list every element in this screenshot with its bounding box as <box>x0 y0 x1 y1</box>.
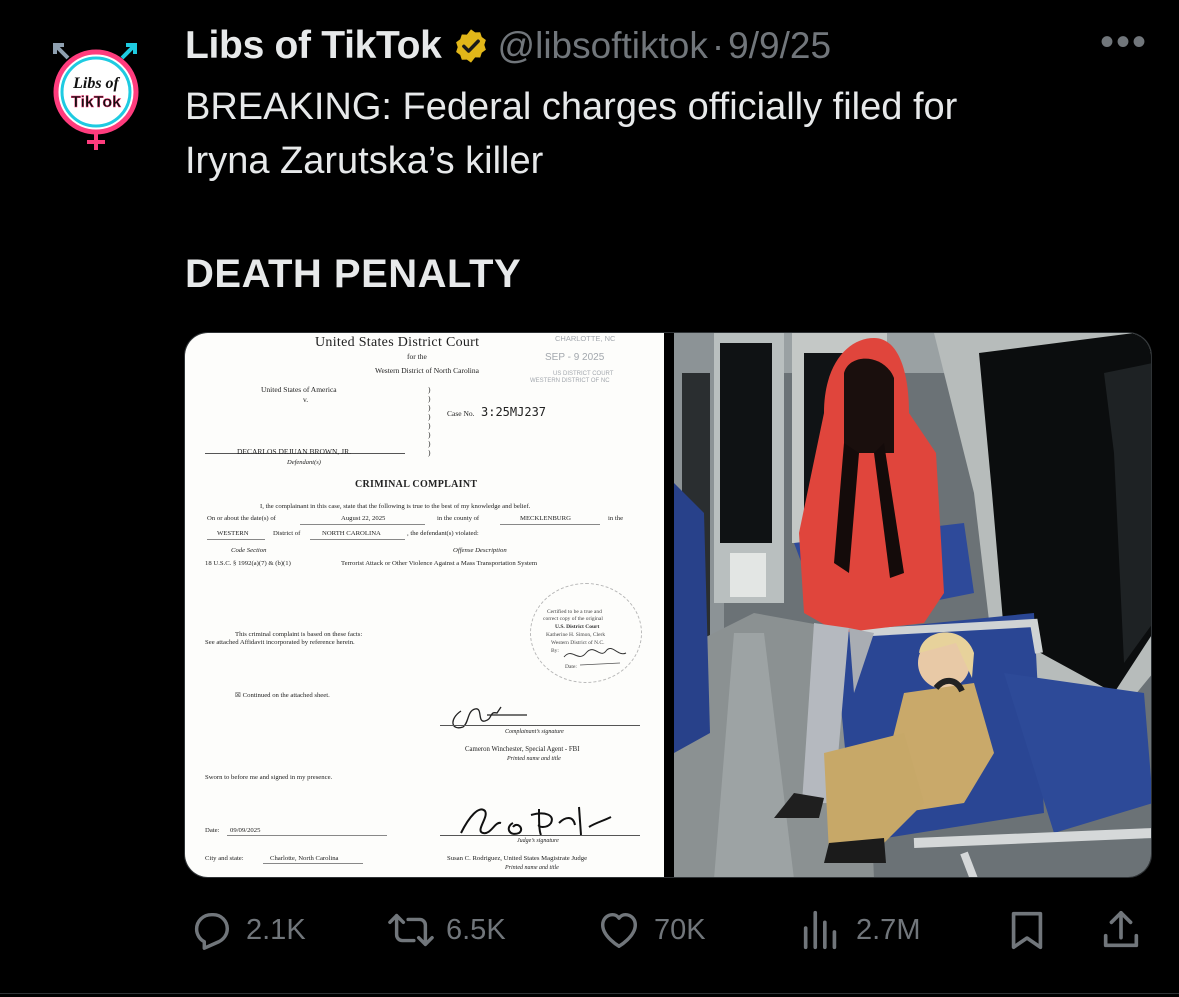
doc-line-date <box>300 524 425 525</box>
header-separator: · <box>711 25 725 66</box>
avatar-text-2: TikTok <box>71 94 121 111</box>
doc-date-value: 09/09/2025 <box>230 827 261 834</box>
views-count: 2.7M <box>856 913 921 946</box>
doc-case-no-label: Case No. <box>447 409 475 418</box>
doc-line-district <box>207 539 265 540</box>
post-text-line-2: Iryna Zarutska’s killer <box>185 140 544 182</box>
doc-printed-name-label: Printed name and title <box>507 756 561 762</box>
doc-judge-printed-label: Printed name and title <box>505 865 559 871</box>
doc-violated: , the defendant(s) violated: <box>407 530 479 537</box>
post-actions: 2.1K 6.5K 70K 2.7M <box>0 895 1179 965</box>
doc-complainant-name: Cameron Winchester, Special Agent - FBI <box>465 746 580 753</box>
train-interior-photo <box>674 333 1151 877</box>
doc-district: Western District of North Carolina <box>375 366 479 375</box>
doc-based-on: This criminal complaint is based on thes… <box>235 631 363 638</box>
doc-date-label: Date: <box>205 827 220 834</box>
doc-v: v. <box>303 395 309 404</box>
doc-date-of: August 22, 2025 <box>341 515 386 522</box>
bookmark-icon <box>1011 911 1043 950</box>
doc-offense: Terrorist Attack or Other Violence Again… <box>341 560 538 567</box>
repost-count: 6.5K <box>446 913 506 946</box>
post-text: BREAKING: Federal charges officially fil… <box>185 80 1145 188</box>
doc-district-of: District of <box>273 530 301 537</box>
views-button[interactable]: 2.7M <box>798 895 920 965</box>
verified-badge-icon[interactable] <box>452 27 490 65</box>
libs-of-tiktok-logo: Libs of TikTok <box>53 43 139 150</box>
doc-judge-name: Susan C. Rodriguez, United States Magist… <box>447 855 588 862</box>
doc-continued: ☒ Continued on the attached sheet. <box>235 692 330 699</box>
doc-for-the: for the <box>407 352 427 361</box>
more-options-icon[interactable]: ••• <box>1100 22 1148 62</box>
judge-signature <box>460 806 612 836</box>
doc-city-label: City and state: <box>205 855 244 862</box>
doc-intro: I, the complainant in this case, state t… <box>260 503 531 510</box>
doc-seal-3: U.S. District Court <box>555 624 600 630</box>
doc-code-section-label: Code Section <box>231 547 267 554</box>
doc-code-section: 18 U.S.C. § 1992(a)(7) & (b)(1) <box>205 560 291 567</box>
doc-offense-label: Offense Description <box>453 547 507 554</box>
heart-icon <box>600 912 638 949</box>
doc-complainant-sig-label: Complainant’s signature <box>505 729 564 735</box>
post-text-line-1: BREAKING: Federal charges officially fil… <box>185 86 958 128</box>
doc-line-date-value <box>227 835 387 836</box>
avatar-text-1: Libs of <box>72 75 120 92</box>
post-headline: DEATH PENALTY <box>185 252 522 296</box>
clerk-signature <box>563 648 627 666</box>
doc-defendant-label: Defendant(s) <box>287 459 321 466</box>
doc-plaintiff: United States of America <box>261 385 337 394</box>
share-upload-icon <box>1103 910 1139 948</box>
doc-judge-sig-label: Judge’s signature <box>517 838 559 844</box>
post-date[interactable]: 9/9/25 <box>728 25 831 67</box>
like-button[interactable]: 70K <box>596 895 706 965</box>
doc-case-no: 3:25MJ237 <box>481 405 547 419</box>
post-divider <box>0 993 1179 994</box>
repost-arrows-icon <box>388 913 434 947</box>
doc-brackets: )))))))) <box>428 385 431 457</box>
post-header: Libs of TikTok @libsoftiktok · 9/9/25 <box>185 22 831 70</box>
doc-title: CRIMINAL COMPLAINT <box>355 479 478 490</box>
doc-court: United States District Court <box>315 335 480 350</box>
doc-affidavit: See attached Affidavit incorporated by r… <box>205 639 355 646</box>
doc-on-or-about: On or about the date(s) of <box>207 515 276 522</box>
doc-in-county-of: in the county of <box>437 515 480 522</box>
author-handle[interactable]: @libsoftiktok <box>498 25 708 67</box>
doc-line-judge <box>440 835 640 836</box>
doc-stamp-date: SEP - 9 2025 <box>545 352 605 363</box>
doc-line-complainant <box>440 725 640 726</box>
doc-seal-6: By: <box>551 648 559 654</box>
doc-city-value: Charlotte, North Carolina <box>270 855 339 862</box>
bookmark-button[interactable] <box>1004 895 1050 965</box>
views-bar-chart-icon <box>803 910 837 950</box>
train-surveillance-image[interactable] <box>674 333 1151 877</box>
reply-button[interactable]: 2.1K <box>188 895 306 965</box>
doc-stamp-office-2: WESTERN DISTRICT OF NC <box>530 378 610 384</box>
doc-line-city <box>263 863 363 864</box>
post-media[interactable]: United States District Court for the Wes… <box>184 332 1152 878</box>
share-button[interactable] <box>1098 895 1144 965</box>
doc-seal-1: Certified to be a true and <box>547 609 602 615</box>
doc-stamp-office-1: US DISTRICT COURT <box>553 371 614 377</box>
criminal-complaint-image[interactable]: United States District Court for the Wes… <box>185 333 664 877</box>
reply-count: 2.1K <box>246 913 306 946</box>
doc-line-state <box>310 539 405 540</box>
doc-seal-4: Katherine H. Simon, Clerk <box>546 632 606 638</box>
repost-button[interactable]: 6.5K <box>388 895 506 965</box>
avatar[interactable]: Libs of TikTok <box>48 42 144 154</box>
doc-state: NORTH CAROLINA <box>322 530 381 537</box>
doc-in-the: in the <box>608 515 624 522</box>
doc-defendant: DECARLOS DEJUAN BROWN, JR. <box>237 447 351 456</box>
reply-bubble-icon <box>194 912 230 950</box>
author-name[interactable]: Libs of TikTok <box>185 24 442 68</box>
doc-county: MECKLENBURG <box>520 515 571 522</box>
doc-sworn: Sworn to before me and signed in my pres… <box>205 774 333 781</box>
doc-district-name: WESTERN <box>217 530 249 537</box>
like-count: 70K <box>654 913 706 946</box>
doc-stamp-city: CHARLOTTE, NC <box>555 334 616 343</box>
doc-seal-2: correct copy of the original <box>543 616 603 622</box>
doc-line-county <box>500 524 600 525</box>
